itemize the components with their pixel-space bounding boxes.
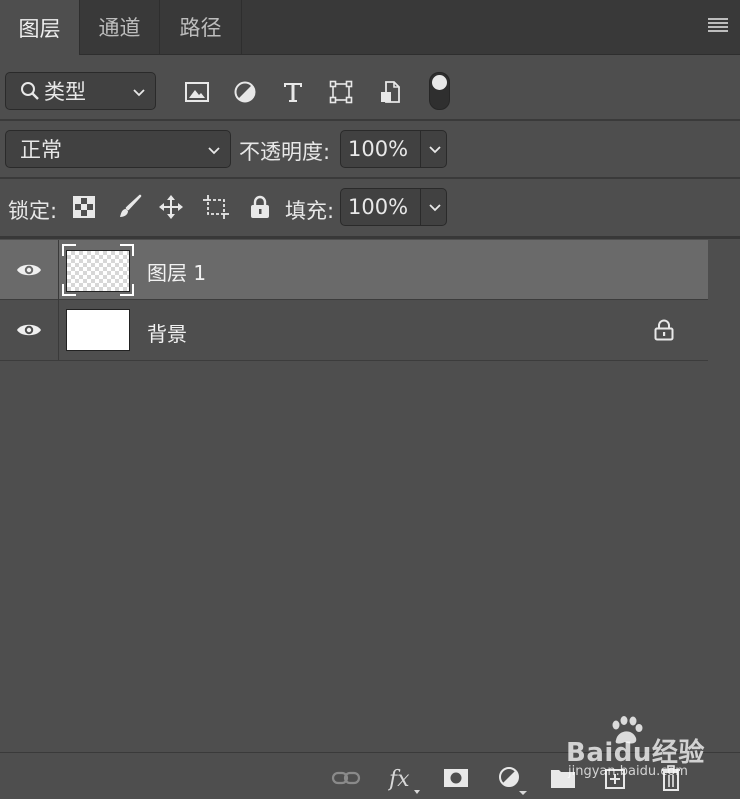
filter-type-text-icon[interactable] xyxy=(279,78,307,106)
panel-menu-icon[interactable] xyxy=(708,17,728,33)
fill-value[interactable]: 100% xyxy=(341,195,420,219)
toggle-knob xyxy=(432,75,447,90)
filter-pixel-icon[interactable] xyxy=(183,78,211,106)
watermark-url: jingyan.baidu.com xyxy=(568,764,688,779)
opacity-label: 不透明度: xyxy=(239,140,331,164)
filter-toggle-switch[interactable] xyxy=(429,72,450,110)
add-mask-icon[interactable] xyxy=(443,768,469,788)
filter-adjustment-icon[interactable] xyxy=(231,78,259,106)
lock-image-pixels-brush-icon[interactable] xyxy=(115,193,143,221)
fill-field[interactable]: 100% xyxy=(340,188,447,226)
eye-icon[interactable] xyxy=(16,261,42,279)
opacity-field[interactable]: 100% xyxy=(340,130,447,168)
selection-corners-icon xyxy=(62,244,134,296)
fill-chevron-down-icon[interactable] xyxy=(429,201,441,213)
divider xyxy=(0,236,740,239)
search-icon xyxy=(21,82,39,100)
filter-type-dropdown[interactable]: 类型 xyxy=(5,72,156,110)
blend-mode-dropdown[interactable]: 正常 xyxy=(5,130,231,168)
link-layers-icon[interactable] xyxy=(331,770,361,786)
layer-name[interactable]: 图层 1 xyxy=(147,257,206,286)
layer-row-layer-1[interactable]: 图层 1 xyxy=(0,240,708,300)
tab-paths-label: 路径 xyxy=(179,16,222,40)
chevron-down-icon xyxy=(208,147,220,155)
blend-mode-value: 正常 xyxy=(20,138,62,162)
opacity-value[interactable]: 100% xyxy=(341,137,420,161)
baidu-jingyan-watermark: Baidu经验 jingyan.baidu.com xyxy=(566,716,716,779)
layer-visibility-toggle[interactable] xyxy=(0,240,59,300)
layer-thumbnail-white[interactable] xyxy=(66,309,130,351)
svg-text:fx: fx xyxy=(388,767,410,792)
lock-position-move-icon[interactable] xyxy=(157,193,185,221)
scrollbar-track[interactable] xyxy=(708,240,740,752)
tab-layers-label: 图层 xyxy=(18,16,61,41)
tab-channels[interactable]: 通道 xyxy=(80,0,160,54)
layer-style-fx-icon[interactable]: fx xyxy=(388,764,422,796)
divider xyxy=(0,177,740,179)
fill-label: 填充: xyxy=(285,199,335,223)
new-fill-adjustment-layer-icon[interactable] xyxy=(498,766,528,796)
divider xyxy=(0,119,740,121)
tab-layers[interactable]: 图层 xyxy=(0,0,80,55)
chevron-down-icon xyxy=(133,89,145,97)
tab-bar: 图层 通道 路径 xyxy=(0,0,740,55)
filter-type-label: 类型 xyxy=(44,80,86,104)
opacity-chevron-down-icon[interactable] xyxy=(429,143,441,155)
eye-icon[interactable] xyxy=(16,321,42,339)
filter-shape-icon[interactable] xyxy=(327,78,355,106)
lock-label: 锁定: xyxy=(8,199,58,223)
tab-paths[interactable]: 路径 xyxy=(160,0,242,54)
lock-artboard-icon[interactable] xyxy=(201,193,231,221)
filter-smart-object-icon[interactable] xyxy=(376,78,404,106)
layer-name[interactable]: 背景 xyxy=(147,318,187,347)
lock-all-icon[interactable] xyxy=(247,193,273,221)
layer-row-background[interactable]: 背景 xyxy=(0,300,708,361)
layer-visibility-toggle[interactable] xyxy=(0,300,59,360)
layer-thumbnail-selected-frame[interactable] xyxy=(62,244,134,296)
lock-transparent-pixels-icon[interactable] xyxy=(71,194,97,220)
layer-locked-icon[interactable] xyxy=(654,319,674,341)
tab-channels-label: 通道 xyxy=(98,16,141,40)
